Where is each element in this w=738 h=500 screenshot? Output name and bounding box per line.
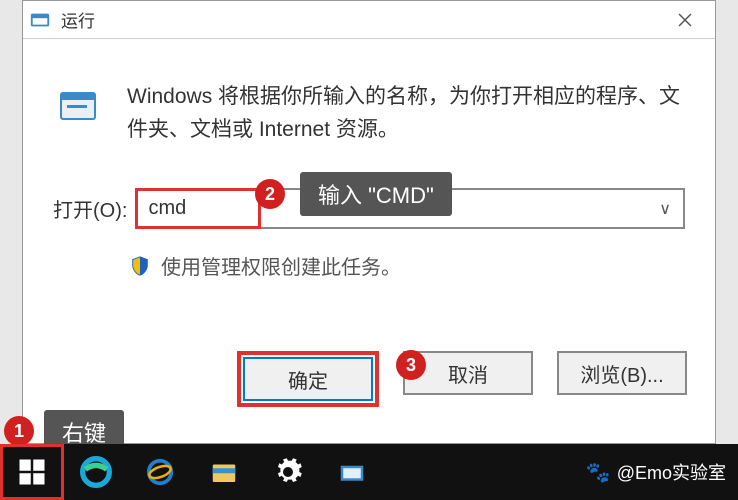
watermark: 🐾 @Emo实验室 — [586, 459, 738, 485]
open-input[interactable] — [148, 197, 248, 220]
start-button[interactable] — [0, 444, 64, 500]
run-taskbar-icon[interactable] — [320, 444, 384, 500]
taskbar: 🐾 @Emo实验室 — [0, 444, 738, 500]
run-app-icon — [53, 81, 105, 133]
ok-button-highlight: 确定 — [237, 351, 379, 407]
browse-button[interactable]: 浏览(B)... — [557, 351, 687, 395]
dialog-buttons: 确定 取消 浏览(B)... — [237, 351, 687, 407]
dialog-body: Windows 将根据你所输入的名称，为你打开相应的程序、文件夹、文档或 Int… — [23, 39, 715, 300]
close-button[interactable] — [661, 2, 709, 38]
shield-icon — [129, 255, 151, 277]
dialog-title: 运行 — [61, 7, 661, 32]
open-label: 打开(O): — [53, 194, 127, 223]
titlebar: 运行 — [23, 1, 715, 39]
run-title-icon — [29, 9, 51, 31]
annotation-tooltip-2: 输入 "CMD" — [300, 172, 452, 216]
annotation-badge-2: 2 — [255, 179, 285, 209]
explorer-icon[interactable] — [192, 444, 256, 500]
chevron-down-icon: ∨ — [659, 199, 671, 219]
ok-button[interactable]: 确定 — [243, 357, 373, 401]
annotation-badge-1: 1 — [4, 416, 34, 446]
paw-icon: 🐾 — [586, 460, 611, 485]
annotation-badge-3: 3 — [396, 350, 426, 380]
admin-text: 使用管理权限创建此任务。 — [161, 251, 401, 280]
dialog-description: Windows 将根据你所输入的名称，为你打开相应的程序、文件夹、文档或 Int… — [127, 81, 685, 146]
settings-icon[interactable] — [256, 444, 320, 500]
ie-icon[interactable] — [128, 444, 192, 500]
open-input-highlight — [135, 188, 261, 229]
edge-icon[interactable] — [64, 444, 128, 500]
run-dialog: 运行 Windows 将根据你所输入的名称，为你打开相应的程序、文件夹、文档或 … — [22, 0, 716, 444]
